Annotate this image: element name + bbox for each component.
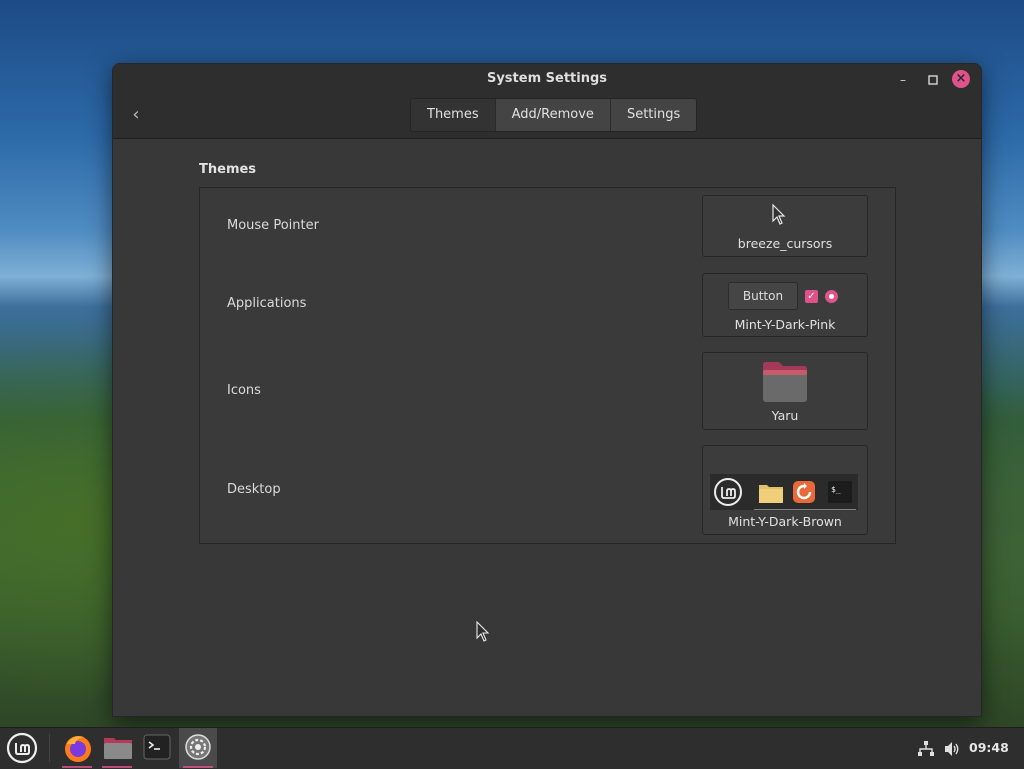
tab-add-remove[interactable]: Add/Remove (495, 99, 611, 131)
chevron-left-icon: ‹ (132, 104, 140, 125)
update-preview-icon (793, 481, 815, 503)
mouse-pointer-value: breeze_cursors (737, 236, 833, 251)
taskbar: 09:48 (0, 727, 1024, 769)
files-icon (104, 738, 132, 759)
checkbox-preview-icon: ✓ (805, 290, 818, 303)
applications-label: Applications (227, 296, 307, 311)
preview-button: Button (728, 282, 798, 310)
taskbar-terminal[interactable] (138, 728, 176, 768)
close-icon: × (955, 71, 967, 86)
icons-chooser[interactable]: Yaru (702, 352, 868, 430)
back-button[interactable]: ‹ (127, 104, 145, 126)
window-title: System Settings (486, 71, 608, 86)
themes-panel: Mouse Pointer breeze_cursors Application… (199, 187, 896, 544)
maximize-button[interactable] (922, 69, 944, 91)
volume-icon[interactable] (943, 740, 961, 758)
taskbar-settings[interactable] (179, 728, 217, 768)
preview-underline (754, 509, 856, 510)
applications-chooser[interactable]: Button ✓ Mint-Y-Dark-Pink (702, 273, 868, 337)
icons-label: Icons (227, 383, 261, 398)
tab-bar: Themes Add/Remove Settings (410, 98, 698, 132)
taskbar-separator (49, 734, 50, 762)
tab-settings[interactable]: Settings (610, 99, 697, 131)
network-icon[interactable] (917, 740, 935, 758)
section-title: Themes (199, 162, 257, 177)
folder-preview-icon (759, 485, 783, 503)
radio-preview-icon (825, 290, 838, 303)
desktop-label: Desktop (227, 482, 281, 497)
tab-themes[interactable]: Themes (411, 99, 496, 131)
minimize-icon: – (900, 73, 906, 87)
close-button[interactable]: × (952, 70, 970, 88)
folder-icon (763, 362, 807, 402)
mouse-pointer-chooser[interactable]: breeze_cursors (702, 195, 868, 257)
mouse-pointer-label: Mouse Pointer (227, 218, 319, 233)
taskbar-files[interactable] (98, 728, 136, 768)
firefox-icon (65, 736, 91, 762)
maximize-icon (928, 75, 938, 85)
mint-logo-icon (714, 478, 742, 506)
system-settings-window: System Settings ‹ – × Themes Add/Remove … (112, 63, 982, 717)
taskbar-firefox[interactable] (58, 728, 96, 768)
settings-icon (185, 734, 211, 760)
desktop-chooser[interactable]: $_ Mint-Y-Dark-Brown (702, 445, 868, 535)
terminal-icon (143, 734, 171, 760)
minimize-button[interactable]: – (892, 69, 914, 91)
clock[interactable]: 09:48 (969, 740, 1009, 755)
desktop-value: Mint-Y-Dark-Brown (728, 514, 842, 529)
title-bar[interactable]: System Settings ‹ – × Themes Add/Remove … (113, 64, 981, 139)
applications-value: Mint-Y-Dark-Pink (734, 317, 836, 332)
mint-menu-icon (6, 732, 38, 764)
svg-text:$_: $_ (831, 485, 841, 494)
icons-value: Yaru (771, 408, 799, 423)
cursor-icon (772, 204, 786, 225)
menu-button[interactable] (2, 728, 40, 768)
terminal-preview-icon: $_ (828, 481, 852, 503)
desktop-preview-panel: $_ (710, 474, 858, 510)
